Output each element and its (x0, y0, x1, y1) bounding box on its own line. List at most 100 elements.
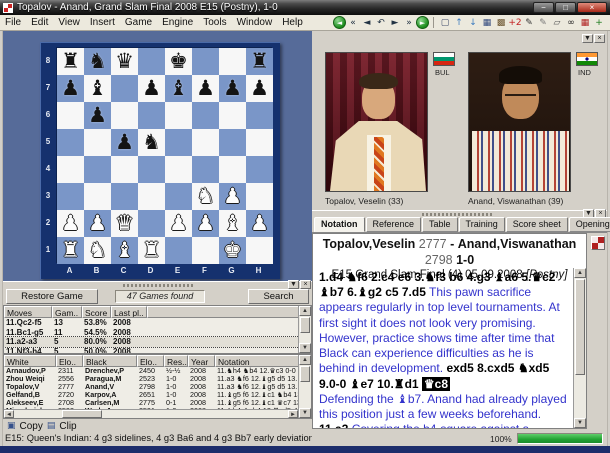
moves-header-0[interactable]: Moves (4, 306, 52, 318)
square-a7[interactable]: ♟ (57, 75, 84, 102)
square-e1[interactable] (165, 237, 192, 264)
spectacles-icon[interactable]: ∞ (564, 16, 578, 29)
menu-insert[interactable]: Insert (85, 17, 120, 28)
tab-training[interactable]: Training (458, 217, 505, 232)
undo-icon[interactable]: ↶ (374, 16, 388, 29)
square-a3[interactable] (57, 183, 84, 210)
square-f8[interactable] (192, 48, 219, 75)
pencil-icon[interactable]: ✎ (522, 16, 536, 29)
current-move[interactable]: ♛c8 (421, 376, 451, 391)
annotate-icon[interactable]: +2 (508, 16, 522, 29)
notation-scrollbar[interactable]: ▲ ▼ (573, 268, 586, 428)
forward-icon[interactable]: ► (388, 16, 402, 29)
square-g1[interactable]: ♚ (219, 237, 246, 264)
copy-button[interactable]: Copy (20, 421, 43, 432)
square-d4[interactable] (138, 156, 165, 183)
scroll-thumb[interactable] (62, 410, 102, 418)
square-g6[interactable] (219, 102, 246, 129)
square-d3[interactable] (138, 183, 165, 210)
square-a1[interactable]: ♜ (57, 237, 84, 264)
square-a4[interactable] (57, 156, 84, 183)
square-b5[interactable] (84, 129, 111, 156)
tab-notation[interactable]: Notation (314, 217, 365, 232)
square-d6[interactable] (138, 102, 165, 129)
square-d1[interactable]: ♜ (138, 237, 165, 264)
square-f2[interactable]: ♟ (192, 210, 219, 237)
scroll-thumb[interactable] (575, 279, 585, 375)
tab-table[interactable]: Table (422, 217, 458, 232)
pane-close-icon[interactable]: × (594, 34, 605, 43)
training-board-icon[interactable]: ▦ (578, 16, 592, 29)
square-f7[interactable]: ♟ (192, 75, 219, 102)
game-row[interactable]: Topalov,V 2777 Anand,V 2798 1-0 2008 11.a3 ♞f6… (4, 383, 311, 391)
square-c6[interactable] (111, 102, 138, 129)
scroll-thumb[interactable] (300, 317, 310, 333)
square-e6[interactable] (165, 102, 192, 129)
minimize-button[interactable]: − (533, 2, 554, 13)
square-c4[interactable] (111, 156, 138, 183)
square-e3[interactable] (165, 183, 192, 210)
square-b2[interactable]: ♟ (84, 210, 111, 237)
square-b4[interactable] (84, 156, 111, 183)
next-game-icon[interactable]: ↓ (466, 16, 480, 29)
square-d7[interactable]: ♟ (138, 75, 165, 102)
square-h4[interactable] (246, 156, 273, 183)
scroll-up-icon[interactable]: ▲ (299, 306, 311, 316)
square-h8[interactable]: ♜ (246, 48, 273, 75)
menu-window[interactable]: Window (232, 17, 278, 28)
games-table-scrollbar[interactable]: ▲ ▼ (298, 355, 311, 418)
square-g4[interactable] (219, 156, 246, 183)
tab-openings-book[interactable]: Openings Book (568, 217, 610, 232)
square-c3[interactable] (111, 183, 138, 210)
moves-table-scrollbar[interactable]: ▲ ▼ (298, 306, 311, 353)
square-b8[interactable]: ♞ (84, 48, 111, 75)
square-f5[interactable] (192, 129, 219, 156)
games-header-6[interactable]: Notation (215, 355, 311, 367)
square-f6[interactable] (192, 102, 219, 129)
menu-tools[interactable]: Tools (198, 17, 231, 28)
square-e7[interactable]: ♝ (165, 75, 192, 102)
takeback-icon[interactable]: « (346, 16, 360, 29)
square-c5[interactable]: ♟ (111, 129, 138, 156)
add-icon[interactable]: + (592, 16, 606, 29)
tab-score-sheet[interactable]: Score sheet (505, 217, 568, 232)
back-icon[interactable]: ◄ (360, 16, 374, 29)
moves-row[interactable]: 11.a2-a3 5 80.0% 2008 (4, 336, 311, 348)
square-b6[interactable]: ♟ (84, 102, 111, 129)
clip-button[interactable]: Clip (59, 421, 76, 432)
menu-file[interactable]: File (0, 17, 26, 28)
horizontal-splitter[interactable] (3, 281, 312, 288)
scroll-down-icon[interactable]: ▼ (299, 343, 311, 353)
restore-game-button[interactable]: Restore Game (6, 289, 98, 304)
square-d2[interactable] (138, 210, 165, 237)
square-g2[interactable]: ♝ (219, 210, 246, 237)
games-header-0[interactable]: White (4, 355, 56, 367)
new-game-icon[interactable]: ▢ (438, 16, 452, 29)
square-a6[interactable] (57, 102, 84, 129)
menu-edit[interactable]: Edit (26, 17, 53, 28)
square-d8[interactable] (138, 48, 165, 75)
square-h2[interactable]: ♟ (246, 210, 273, 237)
square-d5[interactable]: ♞ (138, 129, 165, 156)
square-b3[interactable] (84, 183, 111, 210)
square-a2[interactable]: ♟ (57, 210, 84, 237)
close-button[interactable]: × (577, 2, 607, 13)
square-h6[interactable] (246, 102, 273, 129)
square-h5[interactable] (246, 129, 273, 156)
square-f3[interactable]: ♞ (192, 183, 219, 210)
tab-reference[interactable]: Reference (365, 217, 422, 232)
square-c1[interactable]: ♝ (111, 237, 138, 264)
scroll-up-icon[interactable]: ▲ (574, 268, 586, 278)
pane-collapse-icon[interactable]: ▼ (582, 34, 593, 43)
game-row[interactable]: Arnaudov,P 2311 Drenchev,P 2450 ½-½ 2008 11.♞h… (4, 367, 311, 375)
critical-position-icon[interactable] (591, 236, 605, 250)
square-g3[interactable]: ♟ (219, 183, 246, 210)
square-c8[interactable]: ♛ (111, 48, 138, 75)
scroll-down-icon[interactable]: ▼ (299, 408, 311, 418)
save-icon[interactable]: ▦ (480, 16, 494, 29)
game-row[interactable]: Zhou Weiqi 2556 Paragua,M 2523 1-0 2008 11.a3 … (4, 375, 311, 383)
moves-header-2[interactable]: Score (82, 306, 111, 318)
goto-last-icon[interactable]: ► (416, 16, 429, 29)
moves-row[interactable]: 11.Nf3-h4 5 50.0% 2008 (4, 347, 311, 354)
save-as-icon[interactable]: ▩ (494, 16, 508, 29)
